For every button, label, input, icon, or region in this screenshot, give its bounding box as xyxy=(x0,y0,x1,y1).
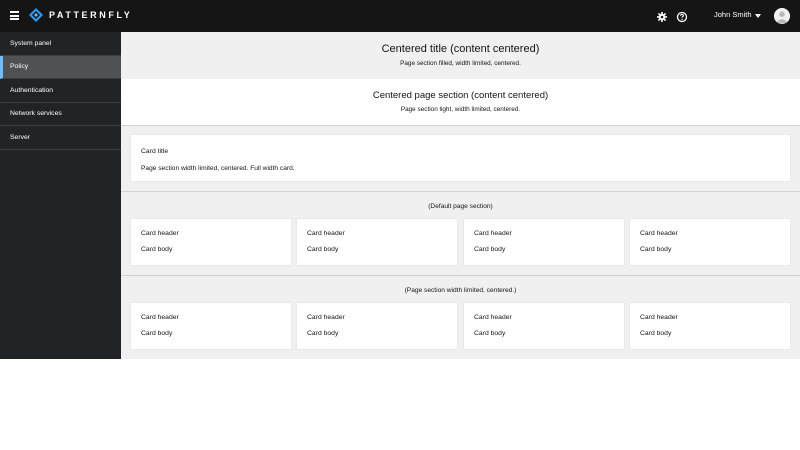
sidebar-item-label: Policy xyxy=(10,63,29,71)
gallery-card: Card header Card body xyxy=(464,303,624,349)
card-header: Card header xyxy=(640,230,678,237)
card-title: Card title xyxy=(141,148,169,155)
sidebar-item-server[interactable]: Server xyxy=(0,126,121,150)
gallery-card: Card header Card body xyxy=(630,303,790,349)
section-divider xyxy=(121,191,800,192)
section-subtitle: Page section filled, width limited, cent… xyxy=(400,60,521,67)
card-body: Card body xyxy=(141,246,173,253)
card-header: Card header xyxy=(307,230,345,237)
card-header: Card header xyxy=(141,230,179,237)
brand-name: PATTERNFLY xyxy=(49,10,133,20)
sidebar-item-label: Network services xyxy=(10,110,62,118)
section-title: Centered page section (content centered) xyxy=(372,90,549,101)
card-header: Card header xyxy=(307,314,345,321)
card-body: Card body xyxy=(640,330,672,337)
filled-page-section: Centered title (content centered) Page s… xyxy=(121,32,800,79)
card-body: Page section width limited, centered. Fu… xyxy=(141,165,295,172)
section-divider xyxy=(121,275,800,276)
main-content: Centered title (content centered) Page s… xyxy=(121,32,800,359)
help-circle-icon[interactable] xyxy=(676,10,688,23)
caret-down-icon[interactable] xyxy=(755,14,761,18)
page-title: Centered title (content centered) xyxy=(381,43,540,55)
full-width-card: Card title Page section width limited, c… xyxy=(131,135,790,181)
sidebar-item-network-services[interactable]: Network services xyxy=(0,103,121,126)
card-body: Card body xyxy=(640,246,672,253)
card-header: Card header xyxy=(640,314,678,321)
gallery-card: Card header Card body xyxy=(297,303,457,349)
gallery-card: Card header Card body xyxy=(131,219,291,265)
gallery-card: Card header Card body xyxy=(297,219,457,265)
limited-section-label: (Page section width limited, centered.) xyxy=(404,287,517,294)
avatar[interactable] xyxy=(774,8,790,24)
card-header: Card header xyxy=(474,230,512,237)
default-section-label: (Default page section) xyxy=(428,203,493,210)
card-header: Card header xyxy=(141,314,179,321)
card-body: Card body xyxy=(474,330,506,337)
gallery-card: Card header Card body xyxy=(464,219,624,265)
light-page-section: Centered page section (content centered)… xyxy=(121,79,800,126)
sidebar-item-policy[interactable]: Policy xyxy=(0,55,121,79)
gear-icon[interactable] xyxy=(656,10,668,22)
card-body: Card body xyxy=(141,330,173,337)
sidebar-item-authentication[interactable]: Authentication xyxy=(0,79,121,103)
masthead: PATTERNFLY John Smith xyxy=(0,0,800,32)
gallery-card: Card header Card body xyxy=(630,219,790,265)
brand-logo[interactable]: PATTERNFLY xyxy=(29,8,132,22)
patternfly-logo-icon xyxy=(29,8,43,22)
card-body: Card body xyxy=(307,246,339,253)
section-subtitle: Page section light, width limited, cente… xyxy=(400,106,521,113)
hamburger-menu-icon[interactable] xyxy=(10,11,19,20)
sidebar-item-label: System panel xyxy=(10,39,52,47)
card-body: Card body xyxy=(307,330,339,337)
card-header: Card header xyxy=(474,314,512,321)
gallery-card: Card header Card body xyxy=(131,303,291,349)
card-body: Card body xyxy=(474,246,506,253)
app-shell: PATTERNFLY John Smith System panel Polic… xyxy=(0,0,800,359)
sidebar-item-system-panel[interactable]: System panel xyxy=(0,32,121,56)
sidebar-item-label: Server xyxy=(10,133,31,141)
sidebar-nav: System panel Policy Authentication Netwo… xyxy=(0,32,121,359)
sidebar-item-label: Authentication xyxy=(10,86,54,94)
user-menu-toggle[interactable]: John Smith xyxy=(714,10,752,19)
